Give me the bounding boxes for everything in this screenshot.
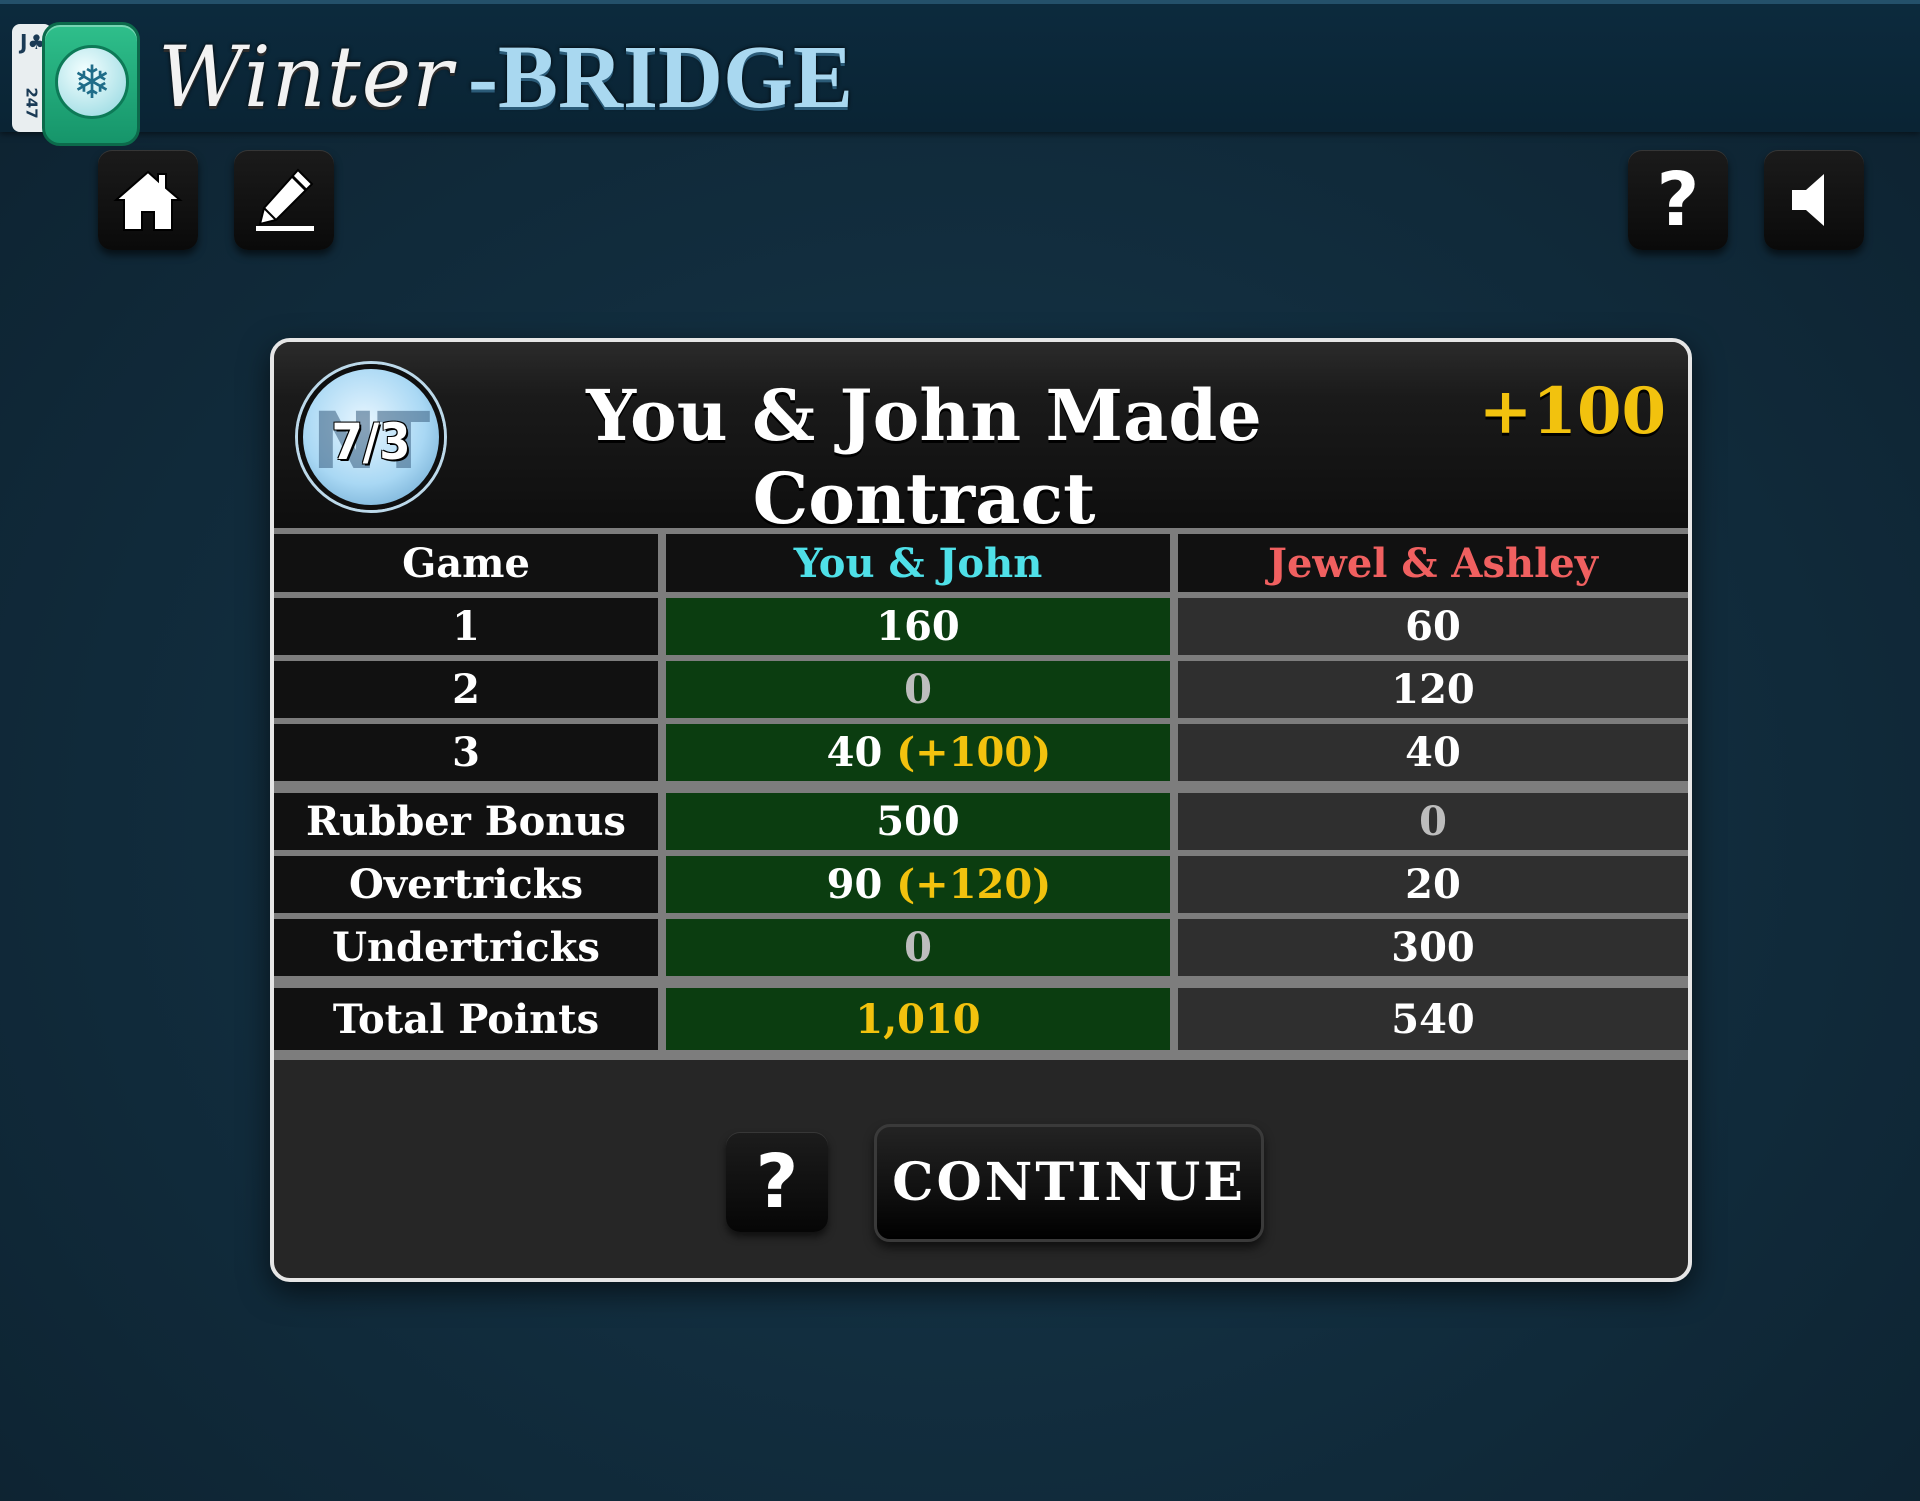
continue-button[interactable]: CONTINUE — [874, 1124, 1264, 1242]
table-row: 2 0 120 — [274, 655, 1688, 718]
contract-badge: NT 7/3 — [298, 364, 444, 510]
help-icon: ? — [1656, 157, 1700, 243]
us-score: 40 — [826, 729, 883, 776]
us-score-cell: 90 (+120) — [666, 850, 1178, 913]
them-score: 40 — [1178, 718, 1688, 781]
total-row: Total Points 1,010 540 — [274, 976, 1688, 1060]
column-header-us: You & John — [666, 528, 1178, 592]
column-header-them: Jewel & Ashley — [1178, 528, 1688, 592]
us-score: 160 — [666, 592, 1178, 655]
them-total: 540 — [1178, 976, 1688, 1060]
sound-button[interactable] — [1764, 150, 1864, 250]
row-label: 3 — [274, 718, 666, 781]
us-score-cell: 40 (+100) — [666, 718, 1178, 781]
table-row: 1 160 60 — [274, 592, 1688, 655]
them-score: 300 — [1178, 913, 1688, 976]
row-label: Overtricks — [274, 850, 666, 913]
app-title-bridge: -BRIDGE — [468, 28, 854, 127]
score-table: Game You & John Jewel & Ashley 1 160 60 … — [274, 528, 1688, 1060]
home-icon — [113, 170, 183, 231]
us-score: 500 — [666, 781, 1178, 850]
home-button[interactable] — [98, 150, 198, 250]
table-row: Overtricks 90 (+120) 20 — [274, 850, 1688, 913]
snowflake-icon: ❄ — [55, 45, 129, 119]
scoring-help-button[interactable]: ? — [726, 1132, 828, 1232]
them-score: 120 — [1178, 655, 1688, 718]
edit-button[interactable] — [234, 150, 334, 250]
us-total: 1,010 — [666, 976, 1178, 1060]
row-label: Total Points — [274, 976, 666, 1060]
speaker-icon — [1792, 174, 1824, 226]
column-header-game: Game — [274, 528, 666, 592]
table-header-row: Game You & John Jewel & Ashley — [274, 528, 1688, 592]
table-row: 3 40 (+100) 40 — [274, 718, 1688, 781]
score-dialog: NT 7/3 You & John Made Contract +100 Gam… — [270, 338, 1692, 1282]
logo-card-number: 247 — [22, 87, 41, 119]
us-score-added: (+120) — [896, 861, 1052, 908]
dialog-header: NT 7/3 You & John Made Contract +100 — [274, 342, 1688, 540]
app-logo: ❄ — [42, 22, 140, 146]
table-row: Rubber Bonus 500 0 — [274, 781, 1688, 850]
us-score: 0 — [666, 655, 1178, 718]
us-score: 0 — [666, 913, 1178, 976]
pencil-icon — [256, 168, 314, 231]
them-score: 0 — [1178, 781, 1688, 850]
us-score: 90 — [826, 861, 883, 908]
contract-tricks: 7/3 — [331, 413, 411, 471]
table-row: Undertricks 0 300 — [274, 913, 1688, 976]
app-title-winter: Winter — [158, 28, 454, 126]
row-label: Rubber Bonus — [274, 781, 666, 850]
row-label: Undertricks — [274, 913, 666, 976]
help-icon: ? — [755, 1139, 799, 1225]
hand-points: +100 — [1478, 374, 1666, 449]
them-score: 20 — [1178, 850, 1688, 913]
top-bar: J♣ 247 ❄ Winter -BRIDGE — [0, 0, 1920, 146]
row-label: 1 — [274, 592, 666, 655]
us-score-added: (+100) — [896, 729, 1052, 776]
dialog-title: You & John Made Contract — [586, 374, 1262, 540]
help-button[interactable]: ? — [1628, 150, 1728, 250]
them-score: 60 — [1178, 592, 1688, 655]
row-label: 2 — [274, 655, 666, 718]
